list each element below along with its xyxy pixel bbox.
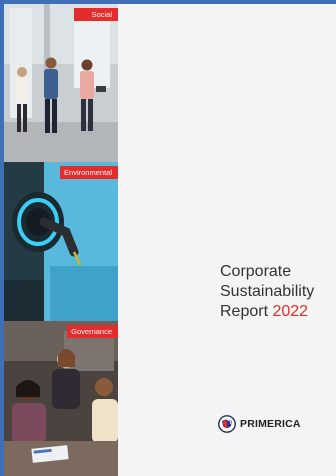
governance-tag: Governance: [67, 325, 118, 338]
title-report-word: Report: [220, 303, 269, 320]
brand-name: PRIMERICA: [240, 418, 301, 430]
social-panel: Social: [4, 4, 118, 162]
title-line-1: Corporate: [220, 263, 292, 280]
title-line-2: Sustainability: [220, 283, 315, 300]
environmental-photo: [4, 162, 118, 321]
environmental-tag: Environmental: [60, 166, 118, 179]
photo-strip: Social Environmental Governance: [4, 4, 118, 476]
governance-photo: [4, 321, 118, 476]
title-line-3: Report 2022: [220, 302, 314, 322]
social-photo: [4, 4, 118, 162]
primerica-logo: PRIMERICA: [218, 415, 301, 433]
governance-panel: Governance: [4, 321, 118, 476]
social-tag: Social: [74, 8, 118, 21]
report-cover: Social Environmental Governance Corporat…: [4, 4, 336, 476]
report-title: Corporate Sustainability Report 2022: [220, 262, 314, 322]
title-year: 2022: [272, 303, 309, 320]
environmental-panel: Environmental: [4, 162, 118, 321]
primerica-shield-icon: [218, 415, 236, 433]
